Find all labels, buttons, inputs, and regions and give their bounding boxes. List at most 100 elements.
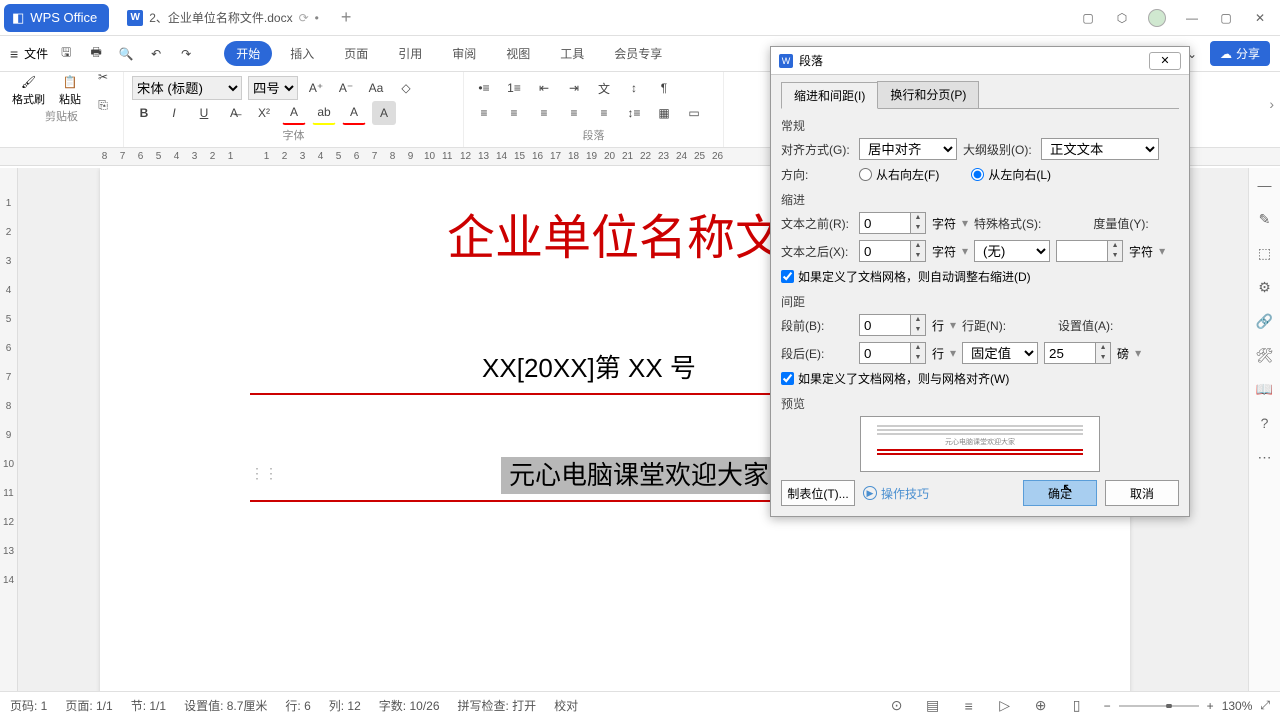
font-name-select[interactable]: 宋体 (标题) [132,76,242,100]
bold-button[interactable]: B [132,101,156,125]
char-shading-button[interactable]: A [372,101,396,125]
rail-help-icon[interactable]: ? [1256,414,1274,432]
strike-button[interactable]: A̶ [222,101,246,125]
zoom-in-button[interactable]: + [1207,699,1214,713]
rail-minus-icon[interactable]: — [1256,176,1274,194]
special-select[interactable]: (无) [974,240,1050,262]
undo-icon[interactable]: ↶ [144,42,168,66]
tab-line-page-break[interactable]: 换行和分页(P) [877,81,979,108]
align-select[interactable]: 居中对齐 [859,138,957,160]
status-setvalue[interactable]: 设置值: 8.7厘米 [184,697,267,714]
view-web-icon[interactable]: ⊕ [1032,697,1050,715]
rail-pencil-icon[interactable]: ✎ [1256,210,1274,228]
save-icon[interactable]: 🖫 [54,42,78,66]
bullets-icon[interactable]: •≡ [472,76,496,100]
view-focus-icon[interactable]: ⊙ [888,697,906,715]
distribute-icon[interactable]: ≡ [592,101,616,125]
after-text-input[interactable] [859,240,911,262]
superscript-button[interactable]: X² [252,101,276,125]
justify-icon[interactable]: ≡ [562,101,586,125]
clear-format-icon[interactable]: ◇ [394,76,418,100]
set-value-input[interactable] [1044,342,1096,364]
drag-handle-icon[interactable]: ⋮⋮ [250,465,278,482]
outline-select[interactable]: 正文文本 [1041,138,1159,160]
document-tab[interactable]: W 2、企业单位名称文件.docx ⟳ • [117,4,329,32]
view-read-icon[interactable]: ▷ [996,697,1014,715]
ltr-radio[interactable]: 从左向右(L) [971,166,1051,183]
file-menu[interactable]: 文件 [24,45,48,62]
user-avatar[interactable] [1148,9,1166,27]
snap-grid-checkbox[interactable]: 如果定义了文档网格，则与网格对齐(W) [781,370,1179,387]
highlight-button[interactable]: ab [312,101,336,125]
rail-settings-icon[interactable]: ⚙ [1256,278,1274,296]
tab-review[interactable]: 审阅 [440,41,488,66]
view-page-icon[interactable]: ▯ [1068,697,1086,715]
dialog-titlebar[interactable]: W 段落 ✕ [771,47,1189,75]
view-outline-icon[interactable]: ≡ [960,697,978,715]
before-text-input[interactable] [859,212,911,234]
shading-icon[interactable]: ▦ [652,101,676,125]
rail-link-icon[interactable]: 🔗 [1256,312,1274,330]
zoom-value[interactable]: 130% [1222,699,1253,713]
tab-tools[interactable]: 工具 [548,41,596,66]
decrease-font-icon[interactable]: A⁻ [334,76,358,100]
tab-reference[interactable]: 引用 [386,41,434,66]
app-cube-icon[interactable]: ⬡ [1114,10,1130,26]
tab-indent-spacing[interactable]: 缩进和间距(I) [781,82,878,109]
tabs-button[interactable]: 制表位(T)... [781,480,855,506]
view-print-icon[interactable]: ▤ [924,697,942,715]
ribbon-expand-icon[interactable]: › [1269,96,1274,112]
borders-icon[interactable]: ▭ [682,101,706,125]
measure-input[interactable] [1056,240,1108,262]
italic-button[interactable]: I [162,101,186,125]
share-button[interactable]: ☁ 分享 [1210,41,1270,66]
spinner-buttons[interactable]: ▲▼ [911,212,926,234]
tab-page[interactable]: 页面 [332,41,380,66]
status-chars[interactable]: 字数: 10/26 [379,697,440,714]
redo-icon[interactable]: ↷ [174,42,198,66]
status-spell[interactable]: 拼写检查: 打开 [458,697,537,714]
line-spacing-select[interactable]: 固定值 [962,342,1038,364]
rail-book-icon[interactable]: 📖 [1256,380,1274,398]
selected-text[interactable]: 元心电脑课堂欢迎大家 [501,457,777,494]
space-before-input[interactable] [859,314,911,336]
cancel-button[interactable]: 取消 [1105,480,1179,506]
rail-select-icon[interactable]: ⬚ [1256,244,1274,262]
increase-font-icon[interactable]: A⁺ [304,76,328,100]
align-right-icon[interactable]: ≡ [532,101,556,125]
text-direction-icon[interactable]: 文 [592,76,616,100]
dialog-close-button[interactable]: ✕ [1149,52,1181,70]
rail-tools-icon[interactable]: 🛠 [1256,346,1274,364]
auto-adjust-checkbox[interactable]: 如果定义了文档网格，则自动调整右缩进(D) [781,268,1179,285]
rail-more-icon[interactable]: ⋯ [1256,448,1274,466]
status-col[interactable]: 列: 12 [329,697,361,714]
tips-link[interactable]: ▶ 操作技巧 [863,485,929,502]
paste-button[interactable]: 📋 粘贴 [55,71,85,111]
font-size-select[interactable]: 四号 [248,76,298,100]
sort-icon[interactable]: ↕ [622,76,646,100]
align-left-icon[interactable]: ≡ [472,101,496,125]
vertical-ruler[interactable]: 1234567891011121314 [0,168,18,691]
change-case-icon[interactable]: Aa [364,76,388,100]
show-marks-icon[interactable]: ¶ [652,76,676,100]
line-spacing-icon[interactable]: ↕≡ [622,101,646,125]
format-painter-button[interactable]: 🖌 格式刷 [8,71,49,111]
new-tab-button[interactable]: + [341,7,352,28]
zoom-slider[interactable] [1119,704,1199,708]
app-box-icon[interactable]: ▢ [1080,10,1096,26]
maximize-button[interactable]: ▢ [1218,10,1234,26]
status-section[interactable]: 节: 1/1 [131,697,166,714]
cut-icon[interactable]: ✂ [91,65,115,89]
numbering-icon[interactable]: 1≡ [502,76,526,100]
text-effect-button[interactable]: A [342,101,366,125]
preview-icon[interactable]: 🔍 [114,42,138,66]
zoom-out-button[interactable]: − [1104,699,1111,713]
font-color-button[interactable]: A [282,101,306,125]
underline-button[interactable]: U [192,101,216,125]
space-after-input[interactable] [859,342,911,364]
ok-button[interactable]: 确定 [1023,480,1097,506]
app-badge[interactable]: ◧ WPS Office [4,4,109,32]
zoom-expand-icon[interactable]: ⤢ [1260,698,1270,713]
hamburger-icon[interactable]: ≡ [10,46,18,62]
minimize-button[interactable]: — [1184,10,1200,26]
